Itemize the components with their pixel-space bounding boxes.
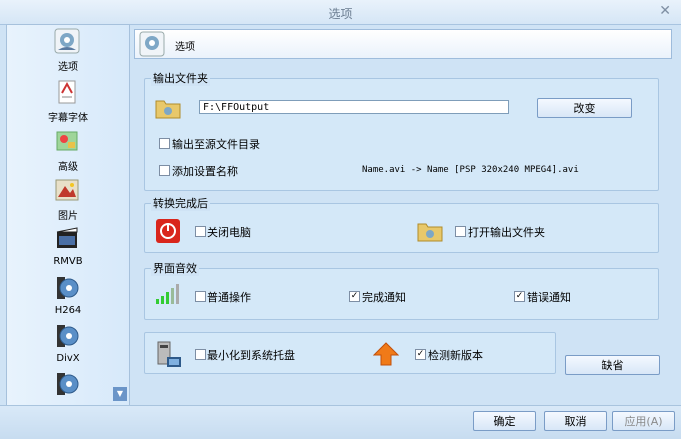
picture-icon — [55, 179, 79, 201]
h264-icon — [57, 277, 79, 299]
filename-example: Name.avi -> Name [PSP 320x240 MPEG4].avi — [362, 165, 579, 175]
volume-bars-icon — [156, 284, 179, 304]
folder-icon — [155, 100, 181, 119]
normal-operation-label: 普通操作 — [207, 291, 251, 304]
scroll-down-button[interactable]: ▼ — [113, 387, 127, 401]
title-bar: 选项 ✕ — [0, 0, 681, 25]
sidebar-item-more[interactable] — [7, 371, 129, 406]
apply-button[interactable]: 应用(A) — [612, 411, 675, 431]
default-button[interactable]: 缺省 — [565, 355, 660, 375]
options-icon — [139, 31, 165, 57]
advanced-icon — [56, 131, 78, 151]
page-title: 选项 — [175, 42, 195, 53]
error-notify-label: 错误通知 — [527, 291, 571, 304]
sidebar-item-label: 高级 — [58, 162, 78, 173]
shutdown-checkbox[interactable] — [195, 226, 206, 237]
folder-icon — [417, 223, 443, 242]
power-icon — [156, 219, 180, 243]
open-output-folder-checkbox[interactable] — [455, 226, 466, 237]
change-button[interactable]: 改变 — [537, 98, 632, 118]
output-folder-title: 输出文件夹 — [151, 70, 210, 86]
check-update-label: 检测新版本 — [428, 349, 483, 362]
add-setting-name-checkbox[interactable] — [159, 165, 170, 176]
after-conversion-title: 转换完成后 — [151, 195, 210, 211]
sidebar-item-options[interactable]: 选项 — [7, 28, 129, 76]
sound-title: 界面音效 — [151, 260, 199, 276]
sidebar-item-advanced[interactable]: 高级 — [7, 128, 129, 176]
sidebar-item-label: 图片 — [58, 211, 78, 222]
window-title: 选项 — [328, 7, 353, 21]
output-to-source-checkbox[interactable] — [159, 138, 170, 149]
error-notify-checkbox[interactable]: ✓ — [514, 291, 525, 302]
tray-icon — [157, 341, 181, 367]
ok-button[interactable]: 确定 — [473, 411, 536, 431]
output-path-input[interactable]: F:\FFOutput — [199, 100, 509, 114]
sidebar-item-h264[interactable]: H264 — [7, 275, 129, 323]
sidebar-item-subtitle-font[interactable]: 字幕字体 — [7, 79, 129, 127]
normal-operation-checkbox[interactable] — [195, 291, 206, 302]
sidebar-item-label: DivX — [56, 353, 80, 364]
divx-icon — [57, 325, 79, 347]
section-header: 选项 — [134, 29, 672, 59]
complete-notify-checkbox[interactable]: ✓ — [349, 291, 360, 302]
sidebar-item-label: 选项 — [58, 62, 78, 73]
update-arrow-icon — [373, 342, 399, 366]
film-reel-icon — [57, 373, 79, 395]
sidebar-item-rmvb[interactable]: RMVB — [7, 226, 129, 274]
open-output-folder-label: 打开输出文件夹 — [468, 226, 545, 239]
sidebar-item-divx[interactable]: DivX — [7, 323, 129, 371]
subtitle-font-icon — [58, 80, 76, 104]
minimize-to-tray-label: 最小化到系统托盘 — [207, 349, 295, 362]
shutdown-label: 关闭电脑 — [207, 226, 251, 239]
check-update-checkbox[interactable]: ✓ — [415, 349, 426, 360]
output-to-source-label: 输出至源文件目录 — [172, 138, 260, 151]
sidebar-item-label: RMVB — [53, 256, 83, 267]
rmvb-icon — [56, 227, 78, 248]
close-icon[interactable]: ✕ — [659, 3, 671, 19]
sidebar-item-picture[interactable]: 图片 — [7, 177, 129, 225]
cancel-button[interactable]: 取消 — [544, 411, 607, 431]
sidebar-item-label: 字幕字体 — [48, 113, 88, 124]
minimize-to-tray-checkbox[interactable] — [195, 349, 206, 360]
complete-notify-label: 完成通知 — [362, 291, 406, 304]
sidebar-item-label: H264 — [54, 305, 82, 316]
sidebar: 选项 字幕字体 高级 图片 RMVB H264 DivX ▼ — [6, 24, 130, 407]
add-setting-name-label: 添加设置名称 — [172, 165, 238, 178]
options-icon — [54, 28, 80, 54]
